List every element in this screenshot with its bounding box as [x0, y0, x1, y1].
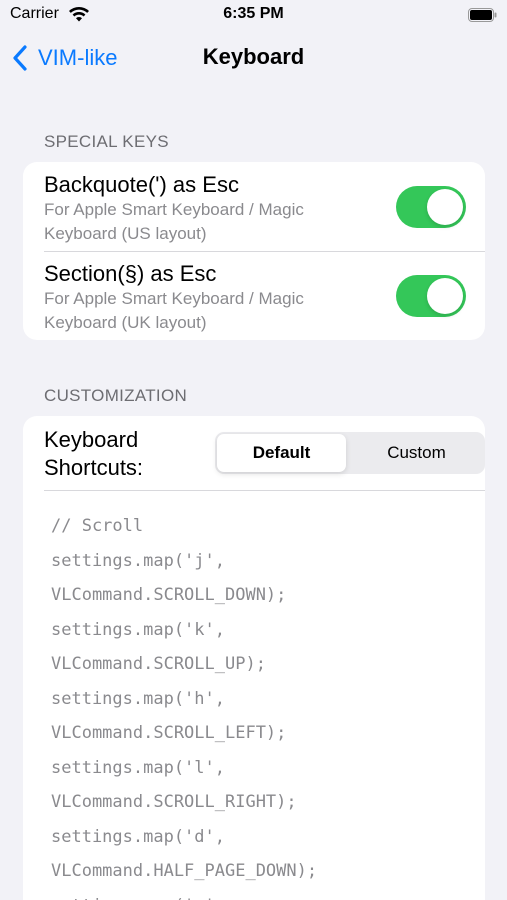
- section-esc-title: Section(§) as Esc: [44, 261, 217, 286]
- keyboard-shortcuts-row: Keyboard Shortcuts: Default Custom: [44, 416, 485, 491]
- code-line: VLCommand.HALF_PAGE_DOWN);: [51, 861, 318, 881]
- code-line: VLCommand.SCROLL_RIGHT);: [51, 792, 297, 812]
- shortcuts-segmented-control: Default Custom: [215, 432, 485, 474]
- code-line: VLCommand.SCROLL_LEFT);: [51, 723, 287, 743]
- toggle-knob: [427, 189, 463, 225]
- customization-group: Keyboard Shortcuts: Default Custom // Sc…: [23, 416, 485, 900]
- code-line: settings.map('k',: [51, 619, 225, 640]
- code-line: settings.map('d',: [51, 826, 225, 847]
- backquote-esc-toggle[interactable]: [396, 186, 466, 228]
- page-title: Keyboard: [202, 44, 305, 69]
- navigation-bar: VIM-like Keyboard: [0, 36, 507, 80]
- backquote-esc-title: Backquote(') as Esc: [44, 172, 239, 197]
- battery-icon: [468, 8, 497, 22]
- section-esc-subtitle: For Apple Smart Keyboard / Magic Keyboar…: [44, 289, 304, 332]
- status-time: 6:35 PM: [223, 5, 284, 22]
- backquote-esc-subtitle: For Apple Smart Keyboard / Magic Keyboar…: [44, 200, 304, 243]
- code-line: settings.map('j',: [51, 550, 225, 571]
- backquote-esc-row: Backquote(') as Esc For Apple Smart Keyb…: [23, 162, 485, 251]
- special-keys-group: Backquote(') as Esc For Apple Smart Keyb…: [23, 162, 485, 340]
- customization-header: CUSTOMIZATION: [44, 386, 188, 405]
- toggle-knob: [427, 278, 463, 314]
- code-line: VLCommand.SCROLL_DOWN);: [51, 585, 287, 605]
- code-line: VLCommand.SCROLL_UP);: [51, 654, 266, 674]
- code-line: settings.map('l',: [51, 757, 225, 778]
- shortcuts-code-view[interactable]: // Scroll settings.map('j', VLCommand.SC…: [23, 491, 485, 900]
- keyboard-settings-screen: Carrier 6:35 PM VIM-like Keyboard SPECIA…: [0, 0, 507, 900]
- section-esc-row: Section(§) as Esc For Apple Smart Keyboa…: [23, 251, 485, 340]
- special-keys-header: SPECIAL KEYS: [44, 132, 169, 151]
- section-esc-toggle[interactable]: [396, 275, 466, 317]
- code-line: settings.map('h',: [51, 688, 225, 709]
- segment-custom[interactable]: Custom: [352, 434, 481, 472]
- keyboard-shortcuts-label: Keyboard Shortcuts:: [44, 427, 144, 480]
- segment-default[interactable]: Default: [217, 434, 346, 472]
- code-line: // Scroll: [51, 516, 144, 536]
- status-bar: Carrier 6:35 PM: [0, 0, 507, 32]
- code-line: settings.map('u',: [51, 889, 485, 900]
